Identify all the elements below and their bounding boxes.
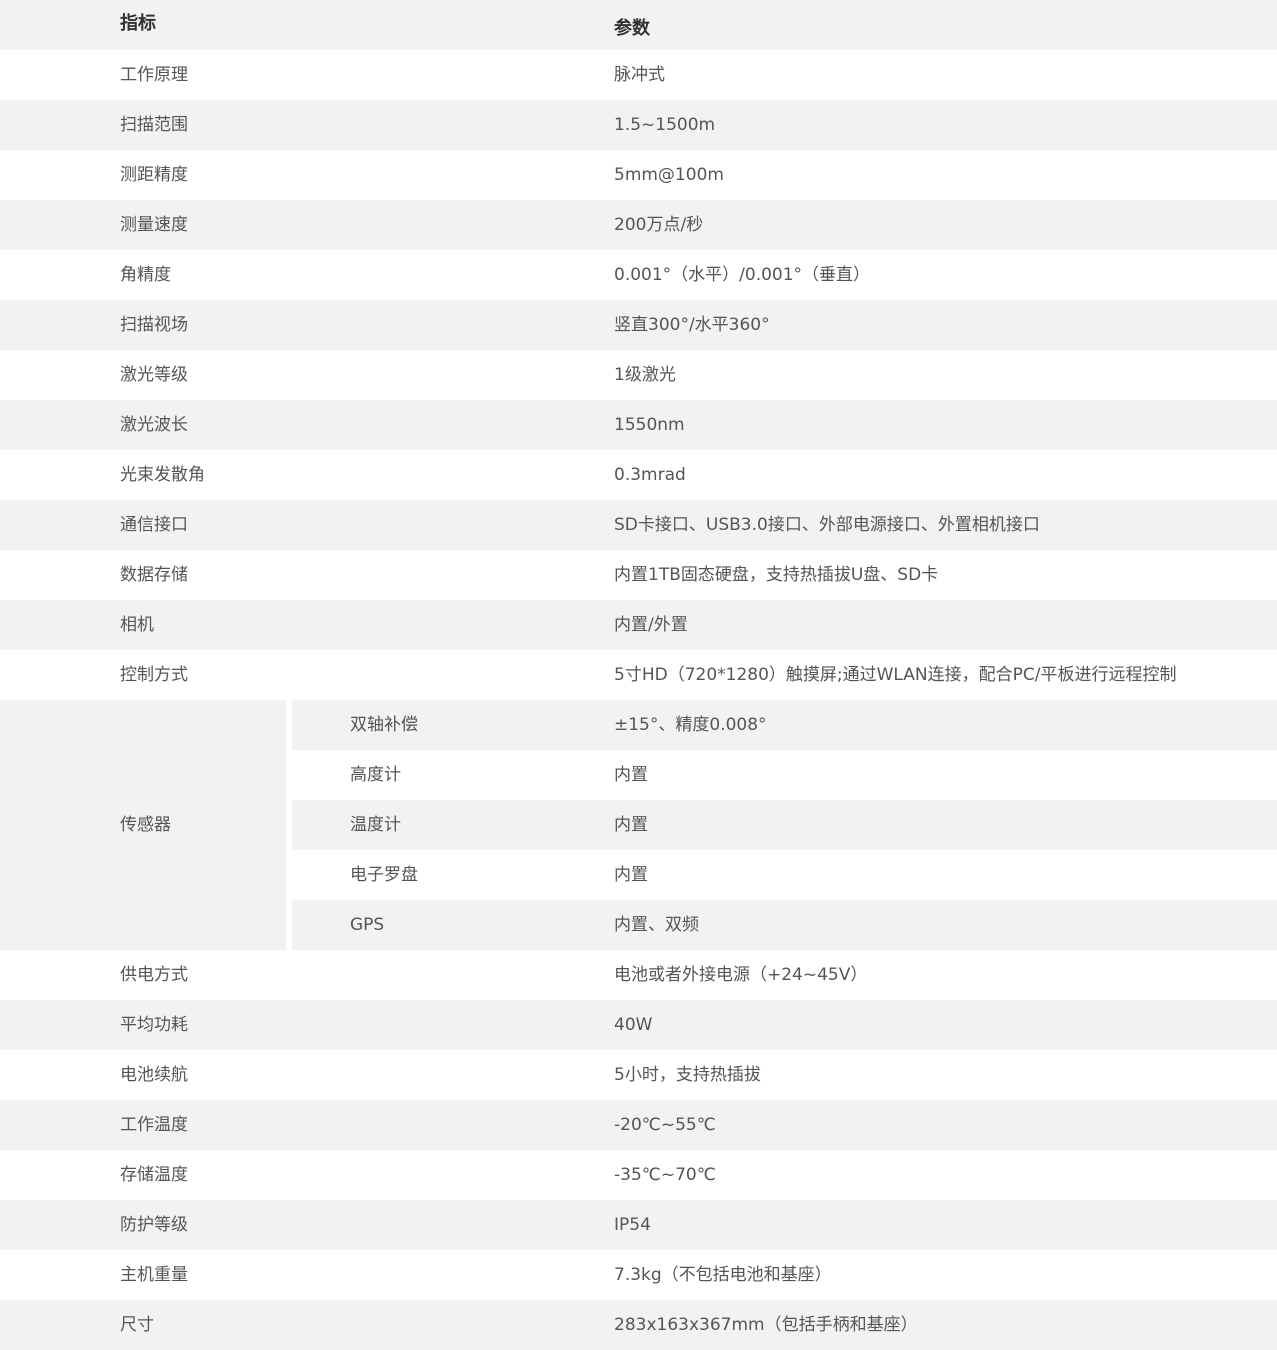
table-row: 存储温度 -35℃~70℃ bbox=[0, 1150, 1277, 1200]
table-row: 工作温度 -20℃~55℃ bbox=[0, 1100, 1277, 1150]
row-value: 40W bbox=[614, 1015, 653, 1035]
table-row: 角精度 0.001°（水平）/0.001°（垂直） bbox=[0, 250, 1277, 300]
row-name: 数据存储 bbox=[120, 565, 188, 585]
table-row: 测距精度 5mm@100m bbox=[0, 150, 1277, 200]
table-header: 指标 参数 bbox=[0, 0, 1277, 50]
sub-row-name: 电子罗盘 bbox=[350, 865, 418, 885]
row-name: 工作原理 bbox=[120, 65, 188, 85]
table-row: 主机重量 7.3kg（不包括电池和基座） bbox=[0, 1250, 1277, 1300]
row-value: 5mm@100m bbox=[614, 165, 724, 185]
table-row: 激光等级 1级激光 bbox=[0, 350, 1277, 400]
table-row: 控制方式 5寸HD（720*1280）触摸屏;通过WLAN连接，配合PC/平板进… bbox=[0, 650, 1277, 700]
table-row: 供电方式 电池或者外接电源（+24~45V） bbox=[0, 950, 1277, 1000]
row-name: 平均功耗 bbox=[120, 1015, 188, 1035]
table-row: 测量速度 200万点/秒 bbox=[0, 200, 1277, 250]
sensor-sub-row: 双轴补偿 ±15°、精度0.008° bbox=[292, 700, 1277, 750]
sensor-sub-row: 温度计 内置 bbox=[292, 800, 1277, 850]
table-row: 通信接口 SD卡接口、USB3.0接口、外部电源接口、外置相机接口 bbox=[0, 500, 1277, 550]
row-name: 主机重量 bbox=[120, 1265, 188, 1285]
sub-row-value: 内置 bbox=[614, 865, 648, 885]
row-name: 激光等级 bbox=[120, 365, 188, 385]
sub-row-name: 双轴补偿 bbox=[350, 715, 418, 735]
table-row: 平均功耗 40W bbox=[0, 1000, 1277, 1050]
sensor-sub-row: 电子罗盘 内置 bbox=[292, 850, 1277, 900]
row-value: IP54 bbox=[614, 1215, 651, 1235]
sub-row-value: 内置 bbox=[614, 815, 648, 835]
row-value: 电池或者外接电源（+24~45V） bbox=[614, 965, 868, 985]
table-row: 电池续航 5小时，支持热插拔 bbox=[0, 1050, 1277, 1100]
table-row: 激光波长 1550nm bbox=[0, 400, 1277, 450]
row-name: 相机 bbox=[120, 615, 154, 635]
row-value: 283x163x367mm（包括手柄和基座） bbox=[614, 1315, 918, 1335]
sensor-sub-row: GPS 内置、双频 bbox=[292, 900, 1277, 950]
row-name: 存储温度 bbox=[120, 1165, 188, 1185]
row-value: 5小时，支持热插拔 bbox=[614, 1065, 761, 1085]
row-name: 通信接口 bbox=[120, 515, 188, 535]
row-name: 激光波长 bbox=[120, 415, 188, 435]
table-row: 光束发散角 0.3mrad bbox=[0, 450, 1277, 500]
table-row: 防护等级 IP54 bbox=[0, 1200, 1277, 1250]
table-row: 相机 内置/外置 bbox=[0, 600, 1277, 650]
row-name: 扫描视场 bbox=[120, 315, 188, 335]
sensor-group: 传感器 双轴补偿 ±15°、精度0.008° 高度计 内置 温度计 内置 电子罗… bbox=[0, 700, 1277, 950]
row-value: 0.001°（水平）/0.001°（垂直） bbox=[614, 265, 871, 285]
sensor-group-label-cell: 传感器 bbox=[0, 700, 286, 950]
sensor-group-name: 传感器 bbox=[120, 815, 171, 835]
sub-row-name: 高度计 bbox=[350, 765, 401, 785]
table-row: 尺寸 283x163x367mm（包括手柄和基座） bbox=[0, 1300, 1277, 1350]
row-value: 竖直300°/水平360° bbox=[614, 315, 770, 335]
row-name: 控制方式 bbox=[120, 665, 188, 685]
row-name: 光束发散角 bbox=[120, 465, 205, 485]
table-row: 扫描视场 竖直300°/水平360° bbox=[0, 300, 1277, 350]
row-value: 200万点/秒 bbox=[614, 215, 704, 235]
row-name: 工作温度 bbox=[120, 1115, 188, 1135]
row-value: 7.3kg（不包括电池和基座） bbox=[614, 1265, 832, 1285]
table-row: 工作原理 脉冲式 bbox=[0, 50, 1277, 100]
header-parameter: 参数 bbox=[614, 18, 650, 39]
row-value: -20℃~55℃ bbox=[614, 1115, 716, 1135]
row-name: 测距精度 bbox=[120, 165, 188, 185]
row-value: 内置/外置 bbox=[614, 615, 688, 635]
row-value: 脉冲式 bbox=[614, 65, 665, 85]
row-value: 0.3mrad bbox=[614, 465, 686, 485]
row-name: 尺寸 bbox=[120, 1315, 154, 1335]
table-row: 扫描范围 1.5~1500m bbox=[0, 100, 1277, 150]
row-name: 扫描范围 bbox=[120, 115, 188, 135]
sub-row-value: 内置、双频 bbox=[614, 915, 699, 935]
header-indicator: 指标 bbox=[120, 13, 156, 34]
row-name: 角精度 bbox=[120, 265, 171, 285]
row-value: SD卡接口、USB3.0接口、外部电源接口、外置相机接口 bbox=[614, 515, 1040, 535]
sensor-sub-rows: 双轴补偿 ±15°、精度0.008° 高度计 内置 温度计 内置 电子罗盘 内置… bbox=[292, 700, 1277, 950]
row-value: 1级激光 bbox=[614, 365, 676, 385]
sub-row-name: GPS bbox=[350, 915, 385, 935]
row-name: 电池续航 bbox=[120, 1065, 188, 1085]
row-name: 测量速度 bbox=[120, 215, 188, 235]
spec-table: 指标 参数 工作原理 脉冲式 扫描范围 1.5~1500m 测距精度 5mm@1… bbox=[0, 0, 1277, 1350]
row-name: 防护等级 bbox=[120, 1215, 188, 1235]
row-name: 供电方式 bbox=[120, 965, 188, 985]
row-value: 内置1TB固态硬盘，支持热插拔U盘、SD卡 bbox=[614, 565, 939, 585]
row-value: 1.5~1500m bbox=[614, 115, 716, 135]
sub-row-value: 内置 bbox=[614, 765, 648, 785]
row-value: 1550nm bbox=[614, 415, 685, 435]
row-value: -35℃~70℃ bbox=[614, 1165, 716, 1185]
sub-row-name: 温度计 bbox=[350, 815, 401, 835]
sub-row-value: ±15°、精度0.008° bbox=[614, 715, 767, 735]
table-row: 数据存储 内置1TB固态硬盘，支持热插拔U盘、SD卡 bbox=[0, 550, 1277, 600]
row-value: 5寸HD（720*1280）触摸屏;通过WLAN连接，配合PC/平板进行远程控制 bbox=[614, 665, 1177, 685]
sensor-sub-row: 高度计 内置 bbox=[292, 750, 1277, 800]
